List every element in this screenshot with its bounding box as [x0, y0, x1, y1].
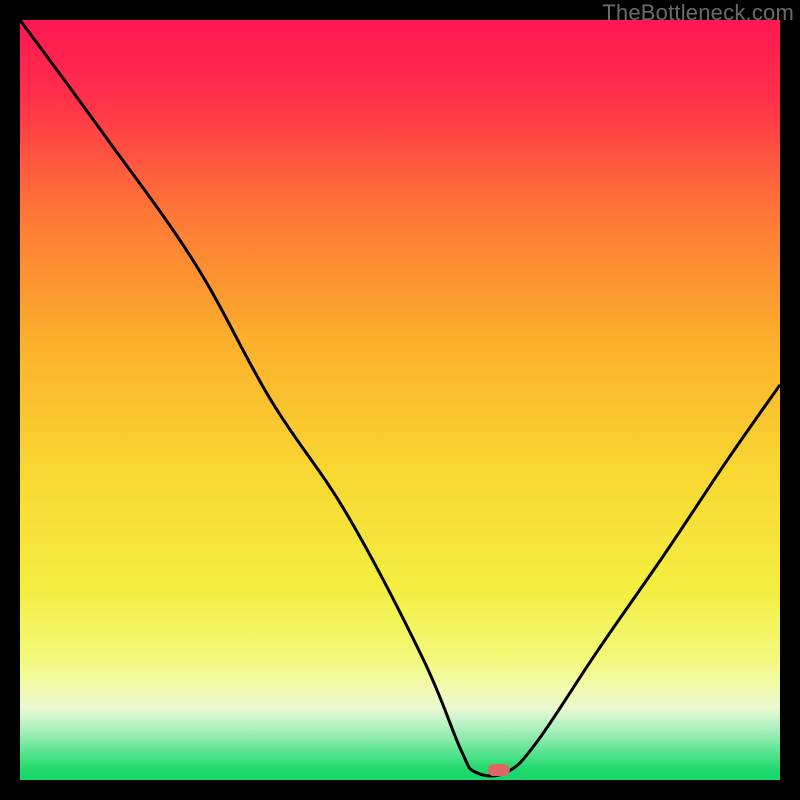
chart-background	[20, 20, 780, 780]
optimal-marker	[488, 764, 510, 776]
bottleneck-chart	[20, 20, 780, 780]
plot-area	[20, 20, 780, 780]
chart-frame: TheBottleneck.com	[0, 0, 800, 800]
